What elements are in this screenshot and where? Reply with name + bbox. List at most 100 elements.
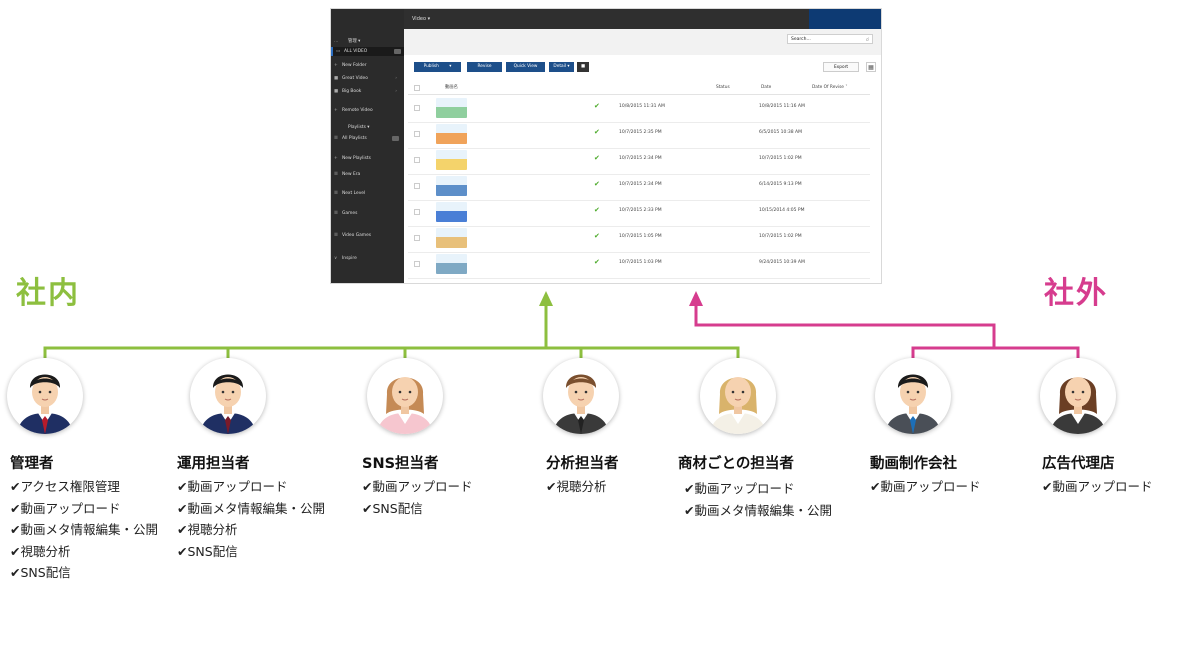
date-cell: 10/8/2015 11:31 AM xyxy=(619,104,665,109)
publish-button[interactable]: Publish ▾ xyxy=(414,62,461,72)
permission-item: ✔視聴分析 xyxy=(546,479,607,494)
row-checkbox[interactable] xyxy=(414,157,420,163)
export-button[interactable]: Export xyxy=(823,62,859,72)
video-thumbnail[interactable] xyxy=(436,150,467,170)
table-row[interactable]: ✔ 10/7/2015 1:05 PM 10/7/2015 1:02 PM xyxy=(408,226,870,253)
sidebar-item-label: New Playlists xyxy=(342,156,371,161)
internal-group-label: 社内 xyxy=(16,276,80,311)
sidebar-item[interactable]: ☰ All Playlists xyxy=(334,134,402,143)
table-row[interactable]: ✔ 10/7/2015 2:35 PM 6/5/2015 10:38 AM xyxy=(408,122,870,149)
sidebar-item-label: New Folder xyxy=(342,63,367,68)
avatar-agency xyxy=(1040,358,1116,434)
sidebar-item[interactable]: ∨ Inspire xyxy=(334,254,402,263)
publish-label: Publish xyxy=(423,64,439,69)
chevron-right-icon[interactable]: › xyxy=(395,87,397,96)
permission-item: ✔動画メタ情報編集・公開 xyxy=(177,500,325,516)
cms-screenshot: … 管理 ▾ ▭ ALL VIDEO + New Folder ■ Great Video › ■… xyxy=(330,8,882,284)
sidebar-item[interactable]: + New Folder xyxy=(334,61,402,70)
column-settings-icon[interactable]: ▦ xyxy=(866,62,876,72)
sidebar-item[interactable]: + Remote Video xyxy=(334,106,402,115)
sidebar-item-label: New Era xyxy=(342,172,361,177)
video-thumbnail[interactable] xyxy=(436,202,467,222)
avatar-sns xyxy=(367,358,443,434)
external-bus-line xyxy=(911,346,1080,358)
count-badge xyxy=(392,136,399,141)
column-header-status[interactable]: Status xyxy=(716,82,730,94)
sidebar-item[interactable]: ▭ ALL VIDEO xyxy=(331,47,404,56)
sidebar-icon: + xyxy=(334,63,338,68)
sidebar-item[interactable]: ■ Big Book › xyxy=(334,87,402,96)
column-header-date[interactable]: Date xyxy=(761,82,771,94)
revise-date-cell: 10/7/2015 1:02 PM xyxy=(759,156,802,161)
date-cell: 10/7/2015 1:05 PM xyxy=(619,234,662,239)
internal-arrowhead xyxy=(539,291,553,306)
chevron-right-icon[interactable]: › xyxy=(395,74,397,83)
sidebar-item[interactable]: + New Playlists xyxy=(334,154,402,163)
permission-item: ✔動画アップロード xyxy=(10,500,121,516)
row-checkbox[interactable] xyxy=(414,105,420,111)
status-check-icon: ✔ xyxy=(594,128,600,136)
video-thumbnail[interactable] xyxy=(436,176,467,196)
select-all-checkbox[interactable] xyxy=(414,85,420,91)
row-checkbox[interactable] xyxy=(414,209,420,215)
sidebar-item[interactable]: ☰ Next Level xyxy=(334,189,402,198)
sidebar-icon: ☰ xyxy=(334,136,338,141)
avatar-production xyxy=(875,358,951,434)
sidebar-item[interactable]: ☰ Video Games xyxy=(334,231,402,240)
search-icon[interactable]: ☌ xyxy=(866,35,869,45)
sidebar-item[interactable]: ☰ Games xyxy=(334,209,402,218)
sidebar-item[interactable]: ■ Great Video › xyxy=(334,74,402,83)
table-row[interactable]: ✔ 10/7/2015 2:34 PM 10/7/2015 1:02 PM xyxy=(408,148,870,175)
sidebar-item: Playlists ▾ xyxy=(334,123,402,132)
sidebar-item-label: Next Level xyxy=(342,191,366,196)
row-checkbox[interactable] xyxy=(414,131,420,137)
sidebar-icon: + xyxy=(334,156,338,161)
status-check-icon: ✔ xyxy=(594,154,600,162)
chevron-down-icon: ▾ xyxy=(449,64,452,69)
row-checkbox[interactable] xyxy=(414,235,420,241)
revise-date-cell: 6/5/2015 10:38 AM xyxy=(759,130,803,135)
revise-button[interactable]: Revise xyxy=(467,62,502,72)
video-thumbnail[interactable] xyxy=(436,254,467,274)
avatar-analyst xyxy=(543,358,619,434)
revise-date-cell: 6/14/2015 9:13 PM xyxy=(759,182,802,187)
role-name-production: 動画制作会社 xyxy=(870,456,957,472)
permission-item: ✔視聴分析 xyxy=(177,522,238,538)
quick-view-button[interactable]: Quick View xyxy=(506,62,545,72)
video-thumbnail[interactable] xyxy=(436,124,467,144)
role-name-sns: SNS担当者 xyxy=(362,456,439,472)
sidebar-item-label: All Playlists xyxy=(342,136,367,141)
column-header-name[interactable]: 動画名 xyxy=(445,82,458,94)
sidebar-item[interactable]: ☰ New Era xyxy=(334,170,402,179)
table-row[interactable]: ✔ 10/7/2015 2:34 PM 6/14/2015 9:13 PM xyxy=(408,174,870,201)
cms-topbar-title[interactable]: Video ▾ xyxy=(412,9,430,29)
cms-search-input[interactable]: Search... ☌ xyxy=(787,34,873,44)
permission-item: ✔SNS配信 xyxy=(362,500,423,516)
avatar-product xyxy=(700,358,776,434)
sidebar-icon: … xyxy=(334,39,339,44)
row-checkbox[interactable] xyxy=(414,261,420,267)
table-row[interactable]: ✔ 10/7/2015 1:03 PM 9/24/2015 10:39 AM xyxy=(408,252,870,279)
external-arrowhead xyxy=(689,291,703,306)
sidebar-item-label: Games xyxy=(342,211,358,216)
cms-search-bar: Search... ☌ xyxy=(404,29,881,55)
revise-date-cell: 10/7/2015 1:02 PM xyxy=(759,234,802,239)
permission-item: ✔アクセス権限管理 xyxy=(10,479,120,494)
video-thumbnail[interactable] xyxy=(436,98,467,118)
detail-button[interactable]: Detail ▾ xyxy=(549,62,574,72)
row-checkbox[interactable] xyxy=(414,183,420,189)
date-cell: 10/7/2015 2:33 PM xyxy=(619,208,662,213)
table-row[interactable]: ✔ 10/7/2015 2:33 PM 10/15/2014 4:05 PM xyxy=(408,200,870,227)
cms-topbar: Video ▾ xyxy=(404,9,881,29)
trash-icon[interactable]: ■ xyxy=(577,62,589,72)
permission-item: ✔視聴分析 xyxy=(10,543,71,559)
cms-sidebar: … 管理 ▾ ▭ ALL VIDEO + New Folder ■ Great Video › ■… xyxy=(331,9,404,283)
perm-list-operator: ✔動画アップロード ✔動画メタ情報編集・公開 ✔視聴分析 ✔SNS配信 xyxy=(177,476,325,562)
table-row[interactable]: ✔ 10/8/2015 11:31 AM 10/8/2015 11:16 AM xyxy=(408,96,870,123)
column-header-date-of-revise[interactable]: Date Of Revise ˅ xyxy=(812,82,847,94)
cms-brand-block xyxy=(809,9,881,29)
video-thumbnail[interactable] xyxy=(436,228,467,248)
sidebar-icon: ☰ xyxy=(334,233,338,238)
status-check-icon: ✔ xyxy=(594,180,600,188)
perm-list-analyst: ✔視聴分析 xyxy=(546,476,606,498)
